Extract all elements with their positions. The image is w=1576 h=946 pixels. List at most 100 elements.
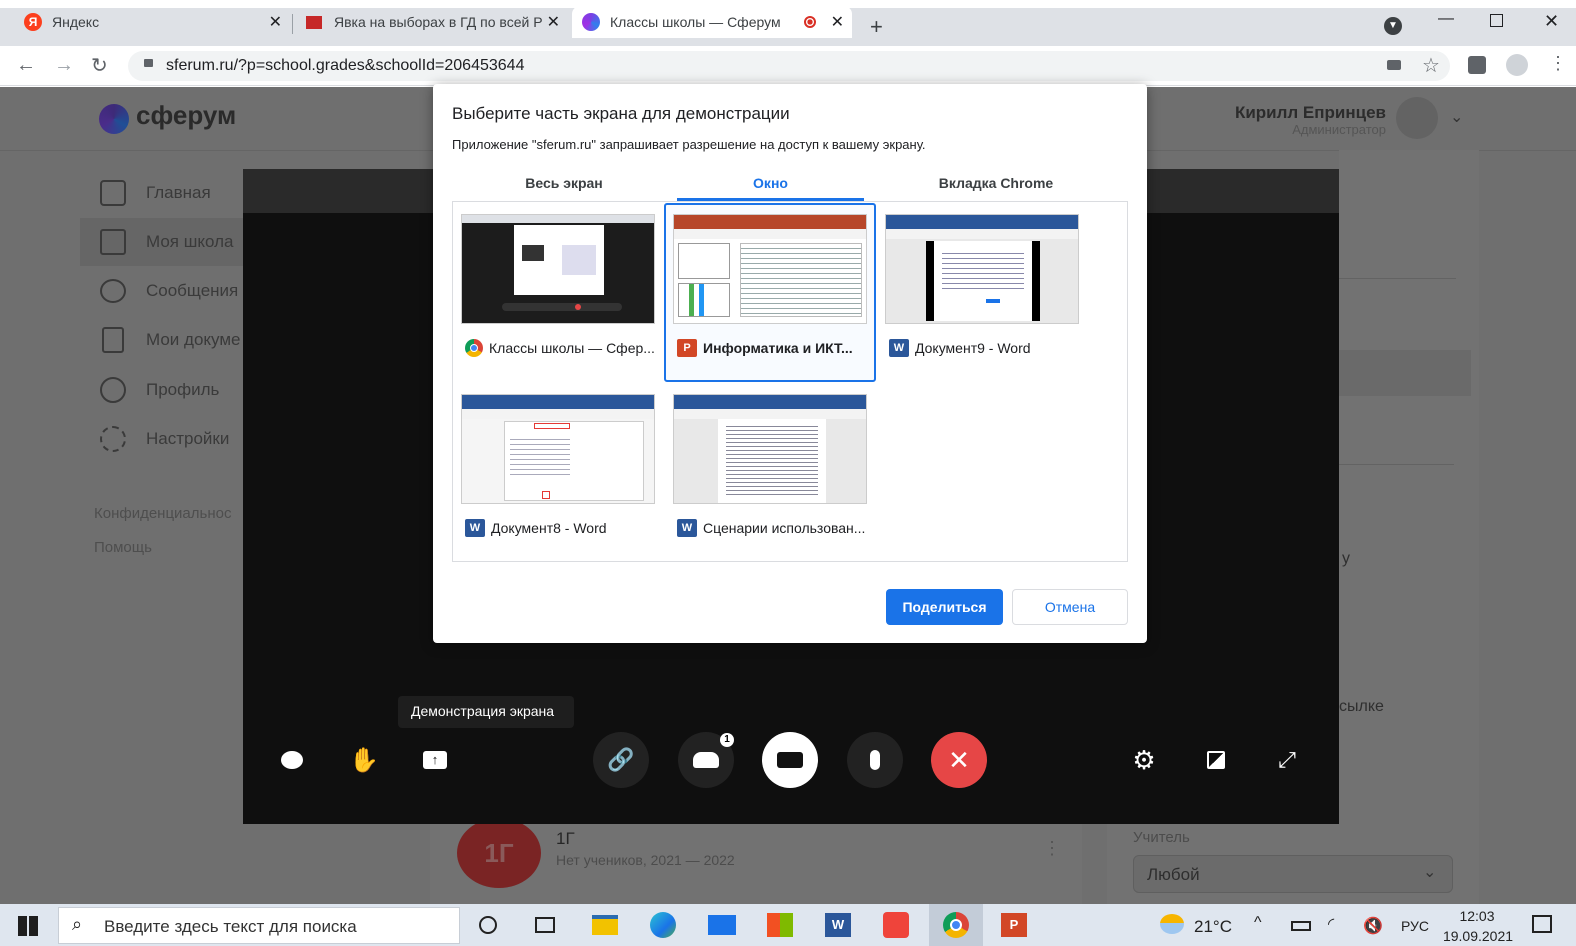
- window-thumbnail-powerpoint[interactable]: [673, 214, 867, 324]
- minimize-button[interactable]: —: [1438, 10, 1454, 28]
- tab-chrome-tab[interactable]: Вкладка Chrome: [864, 175, 1128, 191]
- back-button[interactable]: ←: [16, 54, 36, 77]
- copy-link-button[interactable]: 🔗: [593, 732, 649, 788]
- window-close-button[interactable]: ✕: [1544, 11, 1559, 32]
- star-icon[interactable]: ☆: [1422, 53, 1440, 78]
- camera-off-icon: [777, 752, 803, 768]
- sidebar-item-documents[interactable]: Мои докуме: [100, 322, 240, 358]
- tab-entire-screen[interactable]: Весь экран: [452, 175, 676, 191]
- participants-count-badge: 1: [720, 733, 734, 747]
- window-thumbnail-word8[interactable]: [461, 394, 655, 504]
- window-item-scenarios[interactable]: W Сценарии использован...: [677, 519, 865, 537]
- wifi-icon[interactable]: ◜: [1328, 914, 1334, 934]
- dialog-title: Выберите часть экрана для демонстрации: [452, 104, 790, 123]
- weather-icon[interactable]: [1160, 914, 1184, 934]
- anydesk-icon[interactable]: [876, 908, 916, 942]
- store-icon[interactable]: [760, 908, 800, 942]
- chat-button[interactable]: [264, 732, 320, 788]
- window-thumbnail-chrome[interactable]: [461, 214, 655, 324]
- clock-date[interactable]: 19.09.2021: [1440, 928, 1516, 944]
- chevron-down-icon[interactable]: ⌄: [1450, 107, 1463, 127]
- raise-hand-button[interactable]: ✋: [336, 732, 392, 788]
- sidebar-item-profile[interactable]: Профиль: [100, 372, 219, 408]
- word-taskbar-icon[interactable]: W: [818, 908, 858, 942]
- chrome-taskbar-icon[interactable]: [936, 908, 976, 942]
- temperature[interactable]: 21°C: [1194, 917, 1232, 937]
- more-icon[interactable]: ⋮: [1043, 838, 1061, 859]
- tab-search-icon[interactable]: ▼: [1384, 17, 1402, 35]
- task-view-icon[interactable]: [525, 908, 565, 942]
- forward-button[interactable]: →: [54, 54, 74, 77]
- sidebar-item-home[interactable]: Главная: [100, 175, 211, 211]
- user-avatar[interactable]: [1396, 97, 1438, 139]
- tab-separator: [292, 14, 293, 34]
- tab-elections[interactable]: Явка на выборах в ГД по всей Р ✕: [296, 6, 568, 38]
- window-thumbnail-scenarios[interactable]: [673, 394, 867, 504]
- sidebar-item-myschool[interactable]: Моя школа: [100, 224, 233, 260]
- chevron-up-icon[interactable]: ^: [1254, 914, 1262, 932]
- close-icon: ✕: [948, 744, 970, 775]
- privacy-link[interactable]: Конфиденциальнос: [94, 505, 231, 522]
- windows-start-icon[interactable]: [18, 916, 38, 936]
- mail-icon[interactable]: [702, 908, 742, 942]
- microphone-icon: [870, 750, 880, 770]
- user-role: Администратор: [1292, 122, 1386, 137]
- window-item-chrome[interactable]: Классы школы — Сфер...: [465, 339, 655, 357]
- microphone-button[interactable]: [847, 732, 903, 788]
- close-icon[interactable]: ✕: [269, 12, 282, 32]
- end-call-button[interactable]: ✕: [931, 732, 987, 788]
- layout-button[interactable]: [1188, 732, 1244, 788]
- chat-icon: [100, 279, 126, 303]
- teacher-select-value: Любой: [1147, 865, 1200, 884]
- settings-button[interactable]: ⚙: [1116, 732, 1172, 788]
- window-item-word9[interactable]: W Документ9 - Word: [889, 339, 1031, 357]
- help-link[interactable]: Помощь: [94, 539, 152, 556]
- close-icon[interactable]: ✕: [831, 12, 844, 32]
- screen-share-icon: ↑: [423, 751, 447, 769]
- tooltip-text: Демонстрация экрана: [411, 703, 555, 719]
- filter-label: Учитель: [1133, 829, 1190, 846]
- camera-icon[interactable]: [1387, 60, 1401, 70]
- cancel-button[interactable]: Отмена: [1012, 589, 1128, 625]
- class-name[interactable]: 1Г: [556, 829, 575, 849]
- clock-time[interactable]: 12:03: [1444, 908, 1510, 924]
- panel-link-fragment[interactable]: сылке: [1339, 698, 1384, 716]
- tab-window[interactable]: Окно: [677, 175, 864, 191]
- hand-icon: ✋: [349, 746, 379, 774]
- tab-yandex[interactable]: Я Яндекс ✕: [14, 6, 290, 38]
- document-icon: [102, 327, 124, 353]
- battery-icon[interactable]: [1291, 921, 1311, 931]
- edge-icon[interactable]: [643, 908, 683, 942]
- restore-button[interactable]: [1490, 14, 1503, 27]
- logo-text[interactable]: сферум: [136, 100, 236, 131]
- sidebar-item-settings[interactable]: Настройки: [100, 421, 229, 457]
- menu-dots-icon[interactable]: ⋮: [1549, 53, 1567, 74]
- news-icon: [306, 15, 322, 29]
- yandex-icon: Я: [24, 13, 42, 31]
- window-item-powerpoint[interactable]: P Информатика и ИКТ...: [677, 339, 853, 357]
- url-text[interactable]: sferum.ru/?p=school.grades&schoolId=2064…: [166, 57, 524, 75]
- window-item-word8[interactable]: W Документ8 - Word: [465, 519, 607, 537]
- gear-icon: ⚙: [1132, 744, 1156, 775]
- fullscreen-button[interactable]: ⤢: [1259, 732, 1315, 788]
- sferum-logo-icon: [99, 104, 129, 134]
- profile-avatar-icon[interactable]: [1506, 54, 1528, 76]
- camera-toggle-button[interactable]: [762, 732, 818, 788]
- sidebar-item-messages[interactable]: Сообщения: [100, 273, 238, 309]
- taskbar-search-placeholder[interactable]: Введите здесь текст для поиска: [104, 917, 357, 937]
- screen-share-button[interactable]: ↑: [407, 732, 463, 788]
- tab-sferum[interactable]: Классы школы — Сферум ✕: [572, 6, 852, 38]
- notifications-icon[interactable]: [1532, 915, 1552, 933]
- reload-button[interactable]: ↻: [91, 53, 108, 78]
- powerpoint-taskbar-icon[interactable]: P: [994, 908, 1034, 942]
- volume-muted-icon[interactable]: 🔇: [1363, 916, 1383, 936]
- new-tab-button[interactable]: +: [870, 14, 883, 40]
- language-indicator[interactable]: РУС: [1401, 918, 1429, 934]
- extensions-icon[interactable]: [1468, 56, 1486, 74]
- window-label: Документ9 - Word: [915, 340, 1031, 356]
- window-thumbnail-word9[interactable]: [885, 214, 1079, 324]
- file-explorer-icon[interactable]: [585, 908, 625, 942]
- cortana-icon[interactable]: [468, 908, 508, 942]
- close-icon[interactable]: ✕: [547, 12, 560, 32]
- share-button[interactable]: Поделиться: [886, 589, 1003, 625]
